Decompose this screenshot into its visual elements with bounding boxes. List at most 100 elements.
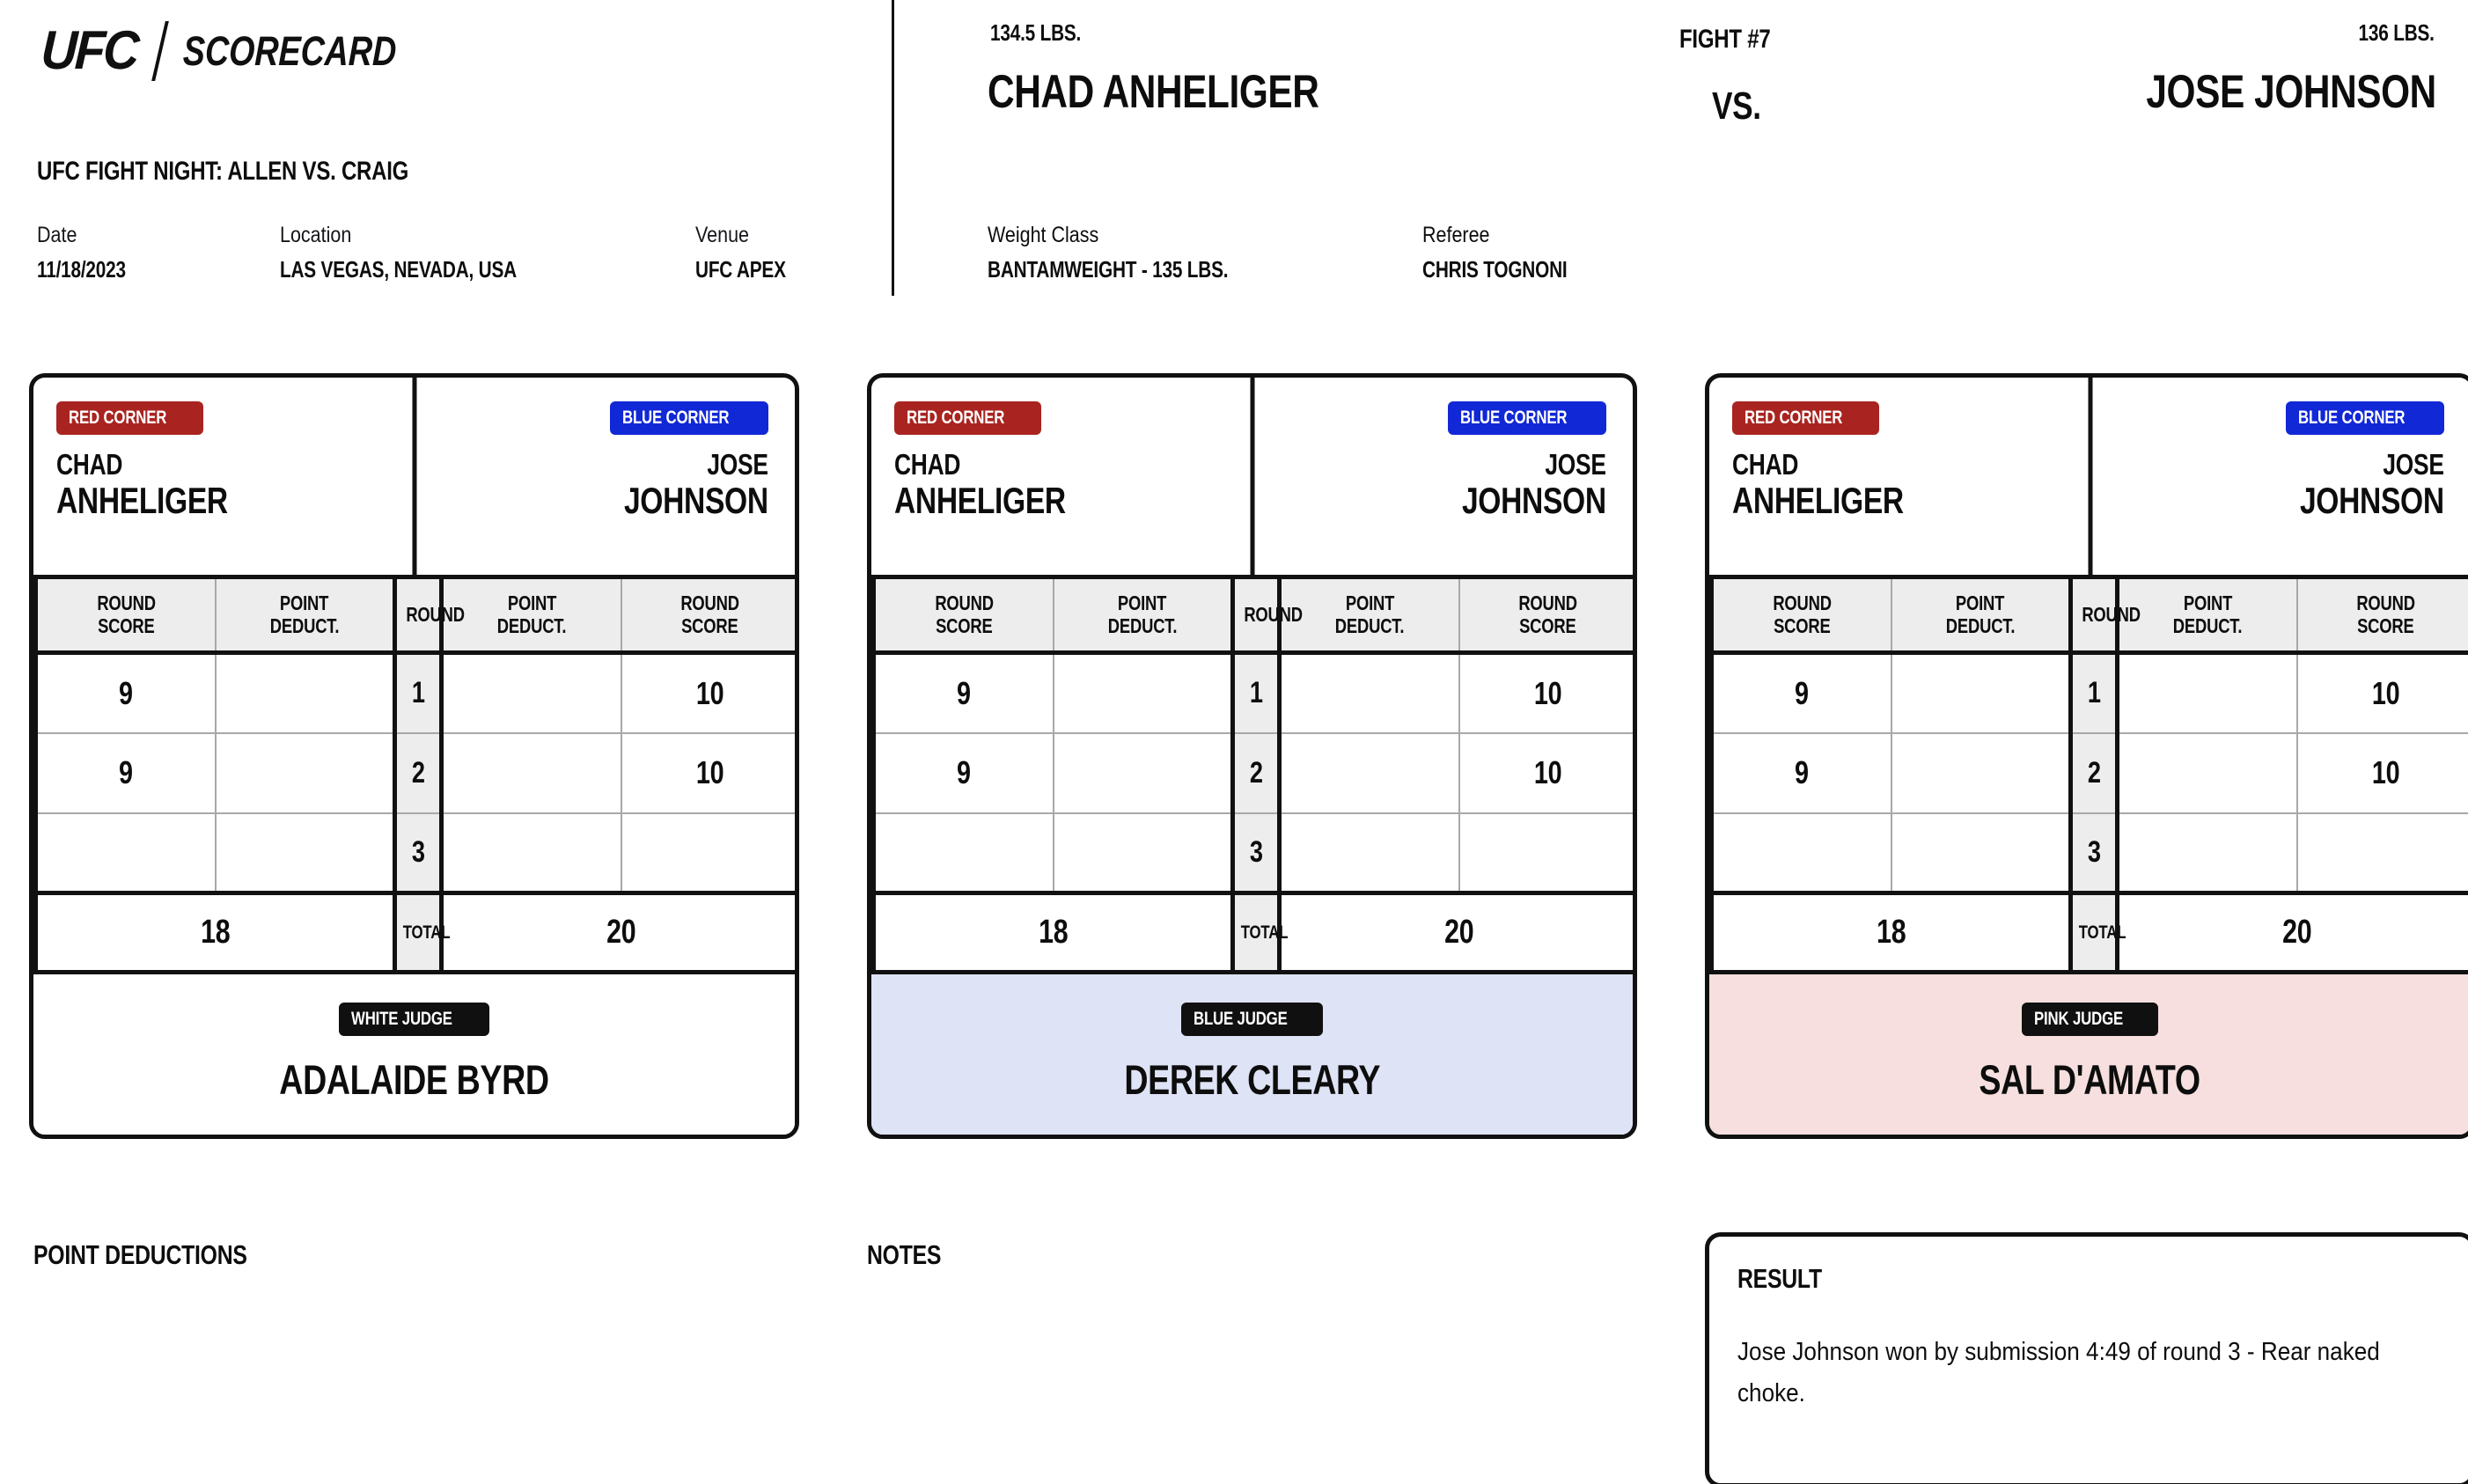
cell-blue-total: 20 [2116,892,2468,974]
table-row: 9 1 10 [1709,651,2468,734]
cell-blue-score[interactable]: 10 [620,651,795,734]
cell-blue-score[interactable]: 10 [2295,731,2468,814]
blue-corner-fighter-name: JOSE JOHNSON [2300,448,2444,521]
cell-blue-deduct[interactable] [2116,812,2298,895]
cell-red-score[interactable] [871,812,1054,895]
table-row: 3 [871,812,1633,895]
grid-body: 9 1 10 9 2 10 3 18 TOTAL 20 [33,651,795,974]
cell-red-score[interactable] [33,812,217,895]
cell-blue-score[interactable]: 10 [1458,731,1633,814]
event-venue-block: Venue UFC APEX [695,223,808,283]
table-row: 3 [1709,812,2468,895]
cell-blue-deduct[interactable] [440,651,622,734]
card-corner-header: RED CORNER CHAD ANHELIGER BLUE CORNER JO… [33,378,795,575]
cell-blue-total: 20 [1278,892,1633,974]
event-title: UFC FIGHT NIGHT: ALLEN VS. CRAIG [37,157,409,186]
table-row: 9 1 10 [871,651,1633,734]
header-round: ROUND [393,575,465,655]
cell-blue-deduct[interactable] [440,731,622,814]
cell-round-number: 1 [1230,651,1282,734]
header-red-round-score: ROUND SCORE [871,575,1054,655]
cell-blue-score[interactable] [2295,812,2468,895]
cell-red-deduct[interactable] [1890,812,2072,895]
cell-round-number: 3 [2068,812,2119,895]
blue-corner-badge: BLUE CORNER [610,401,768,435]
cell-red-score[interactable]: 9 [871,651,1054,734]
cell-blue-score[interactable] [620,812,795,895]
cell-blue-score[interactable]: 10 [620,731,795,814]
judge-footer: BLUE JUDGE DEREK CLEARY [871,974,1633,1135]
cell-red-deduct[interactable] [1052,731,1234,814]
cell-red-score[interactable]: 9 [1709,731,1892,814]
header-red-round-score: ROUND SCORE [1709,575,1892,655]
cell-red-score[interactable]: 9 [1709,651,1892,734]
cell-red-total: 18 [871,892,1234,974]
referee-block: Referee CHRIS TOGNONI [1422,223,1604,283]
ufc-scorecard-logo: UFC SCORECARD [37,19,450,82]
scoring-grid: ROUND SCORE POINT DEDUCT. ROUND POINT DE… [33,575,795,974]
total-row: 18 TOTAL 20 [33,892,795,974]
red-corner-side: RED CORNER CHAD ANHELIGER [1709,378,2090,520]
grid-header-row: ROUND SCORE POINT DEDUCT. ROUND POINT DE… [33,575,795,655]
event-location-block: Location LAS VEGAS, NEVADA, USA [280,223,576,283]
cell-blue-deduct[interactable] [1278,812,1460,895]
result-title: RESULT [1737,1263,1822,1294]
grid-body: 9 1 10 9 2 10 3 18 TOTAL 20 [1709,651,2468,974]
ufc-logo-icon: UFC [40,20,139,81]
judge-name: DEREK CLEARY [1124,1056,1380,1103]
total-row: 18 TOTAL 20 [1709,892,2468,974]
cell-total-label: TOTAL [2068,892,2126,974]
grid-body: 9 1 10 9 2 10 3 18 TOTAL 20 [871,651,1633,974]
cell-red-deduct[interactable] [1052,812,1234,895]
header-blue-round-score: ROUND SCORE [2295,575,2468,655]
weight-class-block: Weight Class BANTAMWEIGHT - 135 LBS. [988,223,1289,283]
blue-corner-fighter-name: JOSE JOHNSON [624,448,768,521]
cell-blue-deduct[interactable] [1278,731,1460,814]
cell-blue-score[interactable] [1458,812,1633,895]
cell-blue-deduct[interactable] [440,812,622,895]
weight-class-value: BANTAMWEIGHT - 135 LBS. [988,256,1229,283]
grid-header-row: ROUND SCORE POINT DEDUCT. ROUND POINT DE… [871,575,1633,655]
cell-red-deduct[interactable] [214,731,396,814]
red-corner-fighter-name: CHAD ANHELIGER [894,448,1066,521]
judge-scorecard: RED CORNER CHAD ANHELIGER BLUE CORNER JO… [867,373,1637,1139]
cell-red-deduct[interactable] [1890,731,2072,814]
red-fighter-weight: 134.5 LBS. [990,19,1082,46]
blue-corner-badge: BLUE CORNER [1448,401,1606,435]
judge-name: SAL D'AMATO [1979,1056,2201,1103]
cell-blue-deduct[interactable] [1278,651,1460,734]
cell-blue-deduct[interactable] [2116,651,2298,734]
venue-label: Venue [695,223,749,247]
point-deductions-title: POINT DEDUCTIONS [33,1239,247,1270]
cell-blue-score[interactable]: 10 [1458,651,1633,734]
cell-red-score[interactable] [1709,812,1892,895]
card-corner-header: RED CORNER CHAD ANHELIGER BLUE CORNER JO… [871,378,1633,575]
cell-red-deduct[interactable] [1052,651,1234,734]
cell-red-deduct[interactable] [214,812,396,895]
referee-value: CHRIS TOGNONI [1422,256,1568,283]
judge-color-badge: PINK JUDGE [2022,1003,2158,1036]
ufc-scorecard-page: UFC SCORECARD UFC FIGHT NIGHT: ALLEN VS.… [0,0,2468,1484]
cell-red-score[interactable]: 9 [33,651,217,734]
judge-color-badge: BLUE JUDGE [1180,1003,1324,1036]
red-corner-side: RED CORNER CHAD ANHELIGER [33,378,415,520]
header-round: ROUND [1230,575,1303,655]
cell-blue-total: 20 [440,892,795,974]
table-row: 9 2 10 [33,731,795,814]
cell-red-deduct[interactable] [1890,651,2072,734]
scorecard-wordmark: SCORECARD [182,27,398,74]
card-corner-header: RED CORNER CHAD ANHELIGER BLUE CORNER JO… [1709,378,2468,575]
judge-footer: WHITE JUDGE ADALAIDE BYRD [33,974,795,1135]
cell-red-score[interactable]: 9 [33,731,217,814]
header-round: ROUND [2068,575,2141,655]
header-red-point-deduct: POINT DEDUCT. [1052,575,1234,655]
cell-round-number: 2 [2068,731,2119,814]
blue-corner-side: BLUE CORNER JOSE JOHNSON [2090,378,2468,520]
cell-blue-score[interactable]: 10 [2295,651,2468,734]
red-corner-fighter-name: CHAD ANHELIGER [56,448,228,521]
cell-blue-deduct[interactable] [2116,731,2298,814]
cell-red-deduct[interactable] [214,651,396,734]
cell-round-number: 2 [393,731,444,814]
cell-red-score[interactable]: 9 [871,731,1054,814]
judge-footer: PINK JUDGE SAL D'AMATO [1709,974,2468,1135]
